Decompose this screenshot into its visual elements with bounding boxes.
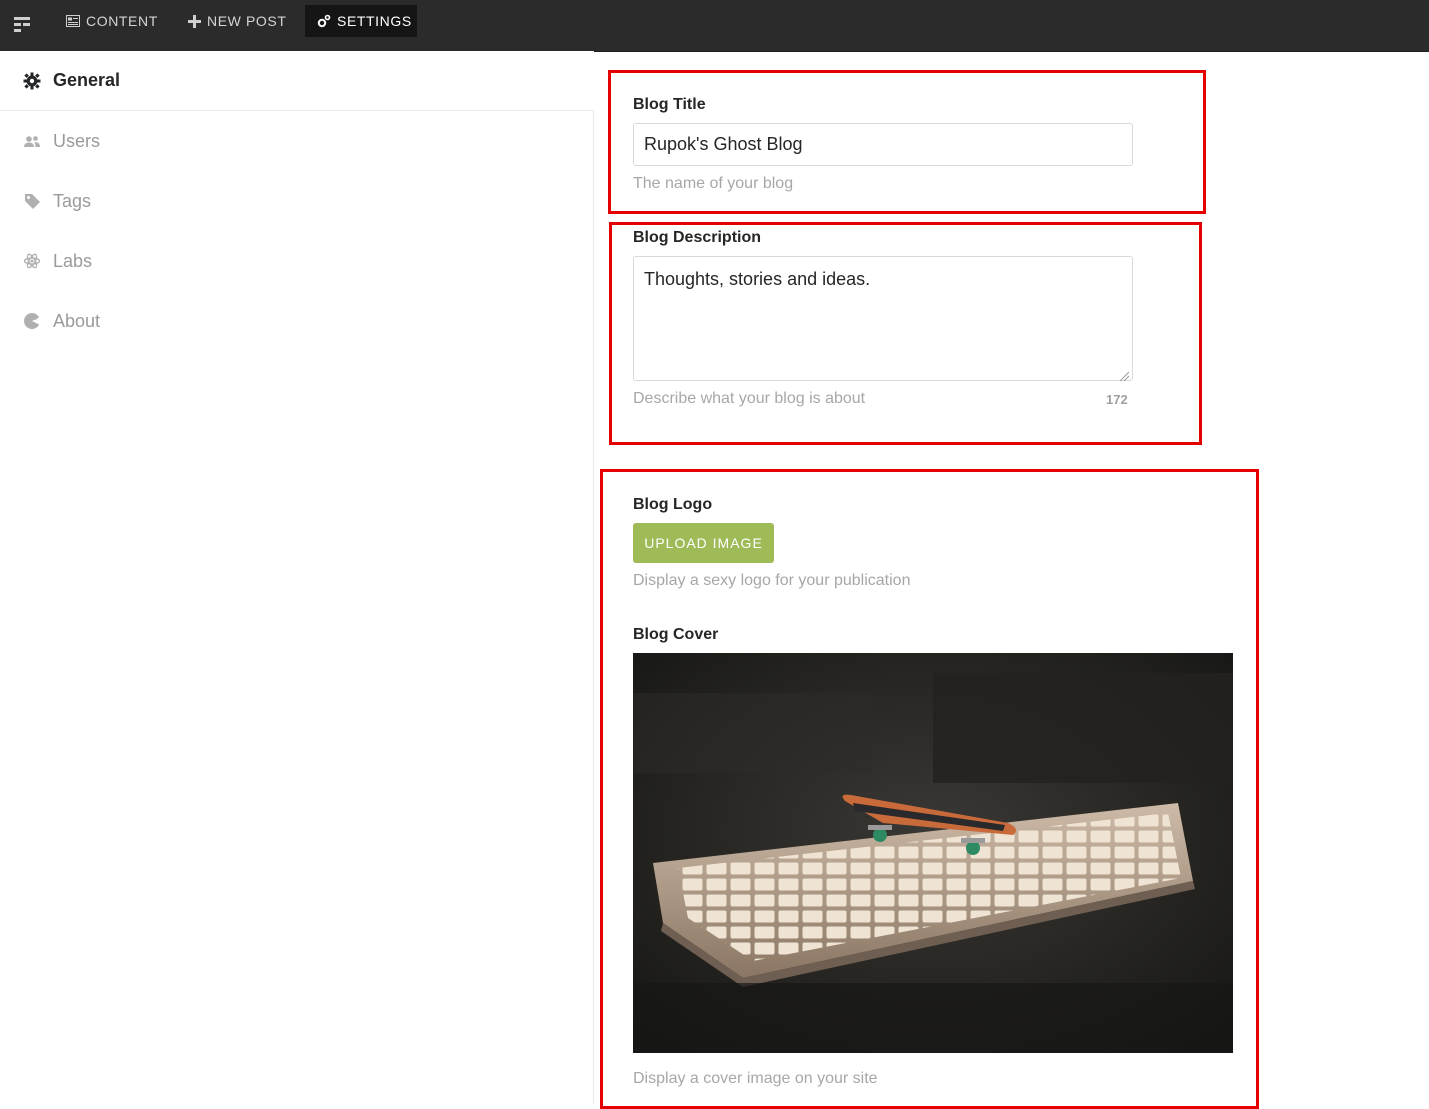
character-counter: 172	[1106, 392, 1128, 407]
settings-sidebar: General Users Tags Labs About	[0, 51, 594, 1104]
nav-content-label: CONTENT	[86, 13, 158, 29]
plus-icon	[188, 14, 201, 28]
sidebar-divider	[593, 110, 594, 1104]
upload-image-button[interactable]: UPLOAD IMAGE	[633, 523, 774, 563]
sidebar-item-general[interactable]: General	[0, 51, 594, 111]
blog-title-label: Blog Title	[633, 96, 706, 113]
tag-icon	[22, 191, 42, 211]
blog-cover-image[interactable]	[633, 653, 1233, 1053]
blog-title-input[interactable]: Rupok's Ghost Blog	[633, 123, 1133, 166]
blog-title-value: Rupok's Ghost Blog	[644, 134, 803, 154]
blog-title-hint: The name of your blog	[633, 175, 794, 192]
sidebar-item-label: General	[53, 70, 121, 90]
about-icon	[22, 311, 42, 331]
blog-description-label: Blog Description	[633, 229, 762, 246]
blog-description-hint: Describe what your blog is about	[633, 390, 866, 407]
resize-grip-icon[interactable]	[1118, 366, 1130, 382]
users-icon	[22, 131, 42, 151]
gear-icon	[317, 14, 331, 28]
sidebar-item-label: Tags	[53, 190, 92, 211]
sidebar-item-label: About	[53, 310, 101, 331]
sidebar-item-tags[interactable]: Tags	[0, 171, 594, 231]
nav-content[interactable]: CONTENT	[54, 5, 170, 37]
nav-settings-label: SETTINGS	[337, 13, 412, 29]
blog-logo-hint: Display a sexy logo for your publication	[633, 572, 911, 589]
nav-new-post[interactable]: NEW POST	[176, 5, 298, 37]
sidebar-item-about[interactable]: About	[0, 291, 594, 351]
blog-description-textarea[interactable]: Thoughts, stories and ideas.	[633, 256, 1133, 382]
menu-icon[interactable]	[12, 13, 34, 35]
content-icon	[66, 15, 80, 27]
sidebar-item-label: Labs	[53, 250, 93, 271]
nav-settings[interactable]: SETTINGS	[305, 5, 417, 37]
blog-cover-hint: Display a cover image on your site	[633, 1070, 878, 1087]
gear-icon	[22, 71, 42, 91]
atom-icon	[22, 251, 42, 271]
sidebar-item-label: Users	[53, 130, 101, 151]
sidebar-item-users[interactable]: Users	[0, 111, 594, 171]
top-navigation-bar: CONTENT NEW POST SETTINGS	[0, 0, 1429, 51]
blog-logo-label: Blog Logo	[633, 496, 713, 513]
nav-new-post-label: NEW POST	[207, 13, 287, 29]
sidebar-item-labs[interactable]: Labs	[0, 231, 594, 291]
blog-cover-label: Blog Cover	[633, 626, 719, 643]
blog-description-value: Thoughts, stories and ideas.	[644, 269, 871, 289]
